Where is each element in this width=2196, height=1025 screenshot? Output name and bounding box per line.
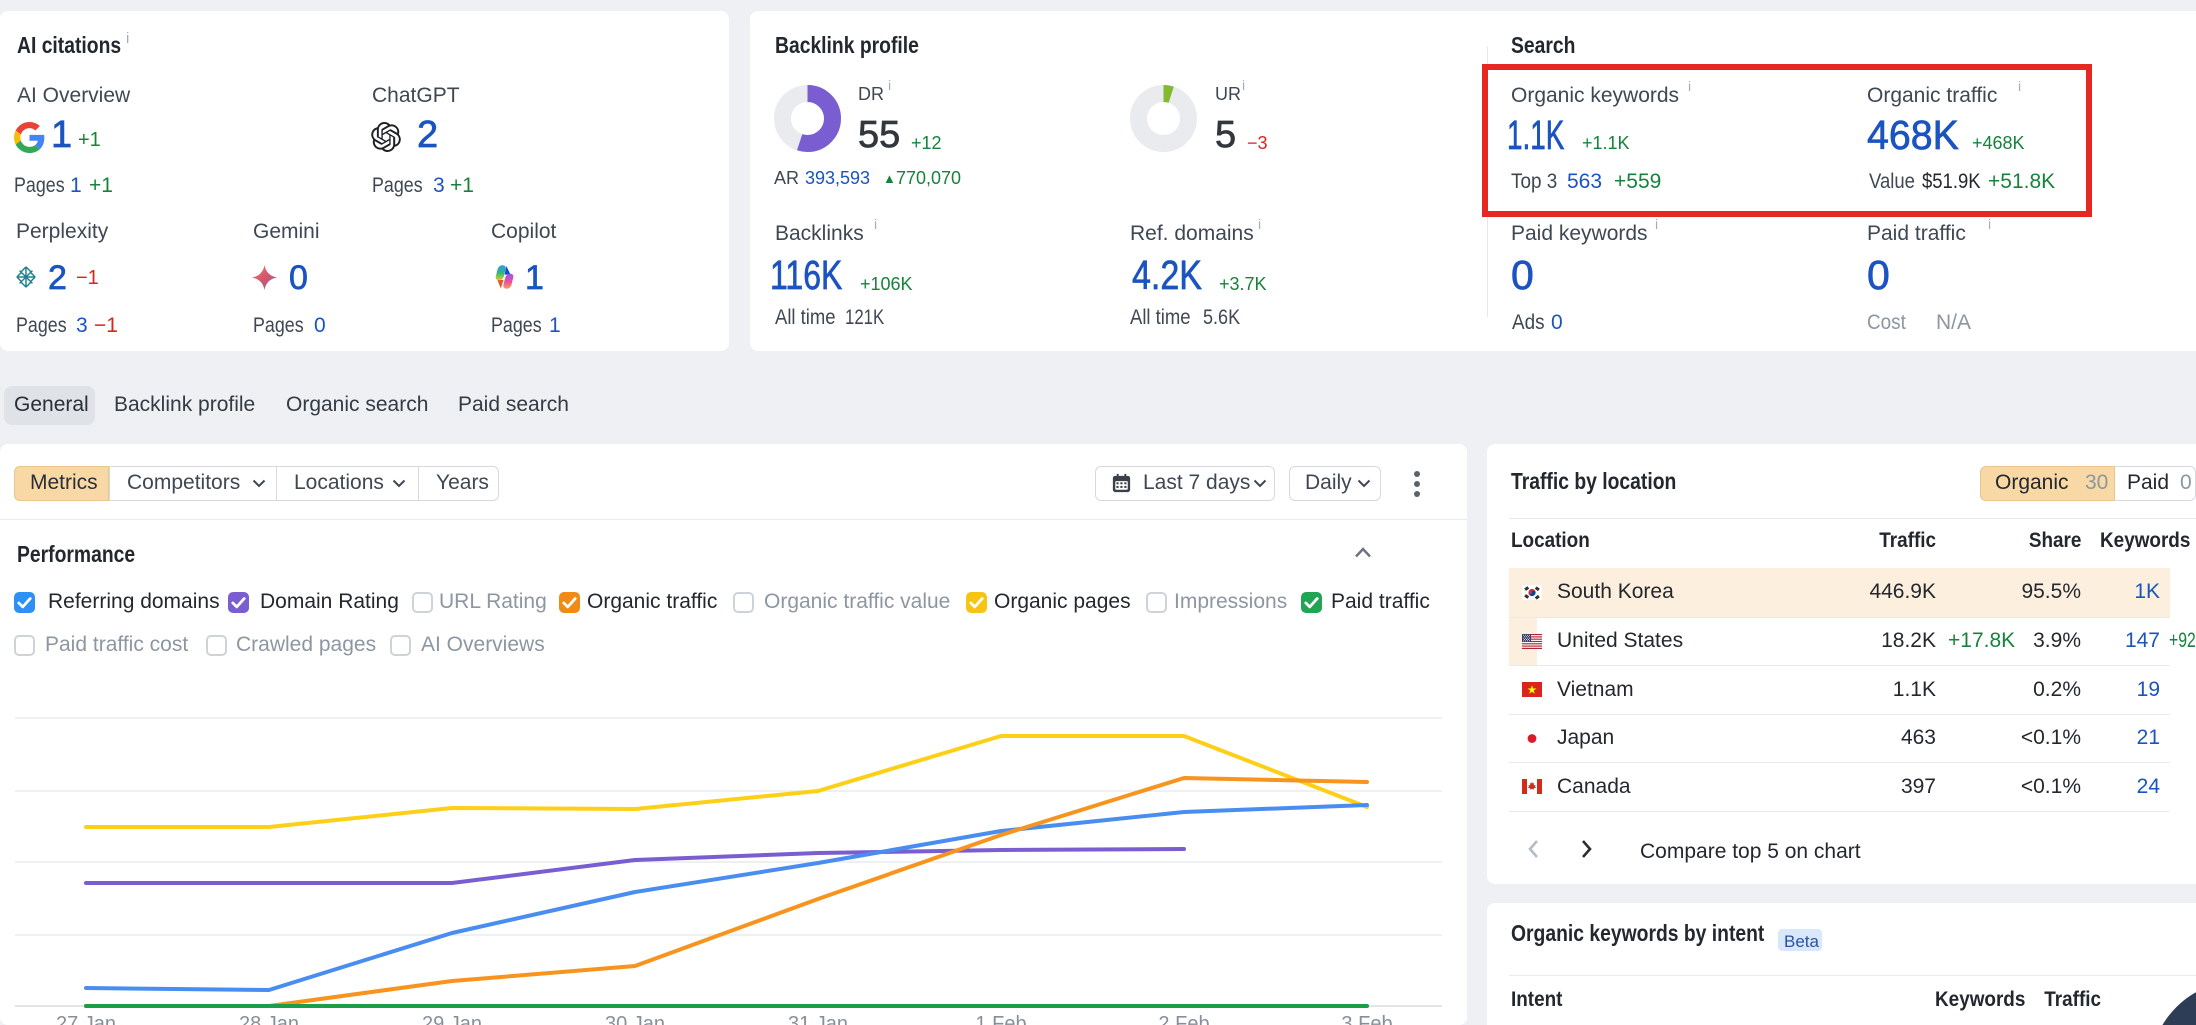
svg-text:30 Jan: 30 Jan [605,1013,665,1025]
svg-text:2 Feb: 2 Feb [1158,1013,1209,1025]
svg-text:3 Feb: 3 Feb [1341,1013,1392,1025]
svg-text:29 Jan: 29 Jan [422,1013,482,1025]
svg-text:27 Jan: 27 Jan [56,1013,116,1025]
svg-text:1 Feb: 1 Feb [975,1013,1026,1025]
svg-text:28 Jan: 28 Jan [239,1013,299,1025]
svg-text:31 Jan: 31 Jan [788,1013,848,1025]
